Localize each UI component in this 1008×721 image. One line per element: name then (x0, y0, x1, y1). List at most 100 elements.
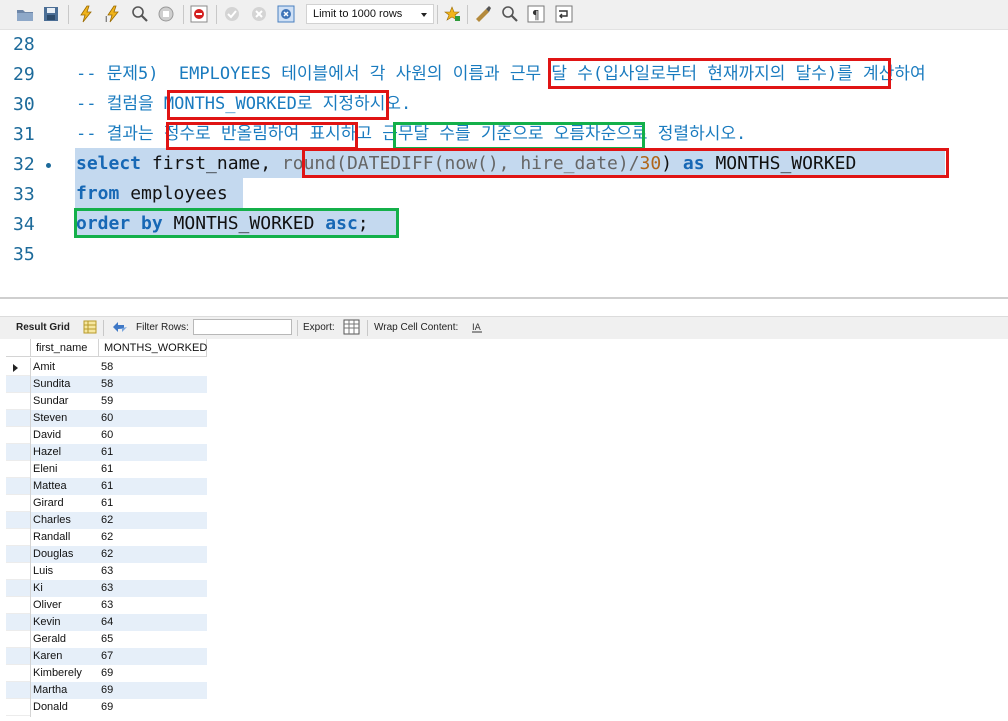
editor-line-28: 28 (0, 30, 1008, 60)
cell-first-name[interactable]: David (31, 427, 99, 444)
cell-first-name[interactable]: Donald (31, 699, 99, 716)
table-row[interactable]: Hazel 61 (6, 444, 207, 461)
sql-editor[interactable]: 28 29 -- 문제5) EMPLOYEES 테이블에서 각 사원의 이름과 … (0, 30, 1008, 292)
result-grid-tab[interactable]: Result Grid (16, 322, 70, 333)
cell-months-worked[interactable]: 69 (99, 665, 207, 682)
table-row[interactable]: Martha 69 (6, 682, 207, 699)
autocommit-icon[interactable] (277, 5, 295, 23)
cell-months-worked[interactable]: 61 (99, 478, 207, 495)
column-header-months-worked[interactable]: MONTHS_WORKED (99, 339, 207, 357)
cell-first-name[interactable]: Oliver (31, 597, 99, 614)
table-row[interactable]: David 60 (6, 427, 207, 444)
cell-months-worked[interactable]: 58 (99, 359, 207, 376)
open-folder-icon[interactable] (16, 5, 34, 23)
cell-first-name[interactable]: Eleni (31, 461, 99, 478)
table-row[interactable]: Oliver 63 (6, 597, 207, 614)
cell-first-name[interactable]: Mattea (31, 478, 99, 495)
table-row[interactable]: Luis 63 (6, 563, 207, 580)
cell-months-worked[interactable]: 59 (99, 393, 207, 410)
cell-first-name[interactable]: Charles (31, 512, 99, 529)
cell-first-name[interactable]: Girard (31, 495, 99, 512)
table-row[interactable]: Girard 61 (6, 495, 207, 512)
invisible-chars-icon[interactable]: ¶ (527, 5, 545, 23)
toggle-error-icon[interactable] (190, 5, 208, 23)
commit-icon[interactable] (223, 5, 241, 23)
limit-rows-label: Limit to 1000 rows (313, 8, 403, 20)
table-row[interactable]: Sundita 58 (6, 376, 207, 393)
refresh-icon[interactable] (111, 320, 129, 337)
table-row[interactable]: Randall 62 (6, 529, 207, 546)
cell-first-name[interactable]: Sundita (31, 376, 99, 393)
table-row[interactable]: Gerald 65 (6, 631, 207, 648)
cell-months-worked[interactable]: 62 (99, 546, 207, 563)
table-row[interactable]: Eleni 61 (6, 461, 207, 478)
cell-first-name[interactable]: Gerald (31, 631, 99, 648)
table-row[interactable]: Kevin 64 (6, 614, 207, 631)
sql-function: round(DATEDIFF(now(), hire_date)/ (281, 153, 640, 174)
beautify-icon[interactable] (474, 5, 492, 23)
wrap-cell-icon[interactable]: IA (471, 320, 483, 336)
stop-icon[interactable] (157, 5, 175, 23)
cell-months-worked[interactable]: 63 (99, 580, 207, 597)
save-icon[interactable] (42, 5, 60, 23)
cell-months-worked[interactable]: 60 (99, 427, 207, 444)
cell-first-name[interactable]: Kevin (31, 614, 99, 631)
cell-months-worked[interactable]: 61 (99, 495, 207, 512)
table-row[interactable]: Ki 63 (6, 580, 207, 597)
table-row[interactable]: Kimberely 69 (6, 665, 207, 682)
sql-comment: -- 컬럼을 MONTHS_WORKED로 지정하시오. (76, 94, 412, 114)
add-snippet-icon[interactable] (443, 5, 461, 23)
table-row[interactable]: Charles 62 (6, 512, 207, 529)
cell-months-worked[interactable]: 69 (99, 699, 207, 716)
table-row[interactable]: Amit 58 (6, 359, 207, 376)
execute-icon[interactable] (77, 5, 95, 23)
cell-first-name[interactable]: Hazel (31, 444, 99, 461)
find-icon[interactable] (501, 5, 519, 23)
cell-months-worked[interactable]: 58 (99, 376, 207, 393)
sql-text: first_name, (141, 153, 282, 174)
column-header-first-name[interactable]: first_name (31, 339, 99, 357)
cell-first-name[interactable]: Douglas (31, 546, 99, 563)
cell-months-worked[interactable]: 61 (99, 444, 207, 461)
panel-splitter[interactable] (0, 292, 1008, 316)
cell-first-name[interactable]: Kimberely (31, 665, 99, 682)
cell-months-worked[interactable]: 63 (99, 597, 207, 614)
cell-first-name[interactable]: Amit (31, 359, 99, 376)
result-grid[interactable]: first_name MONTHS_WORKED Amit 58 Sundita 58… (6, 339, 1008, 721)
export-icon[interactable] (343, 319, 360, 338)
rollback-icon[interactable] (250, 5, 268, 23)
table-row[interactable]: Mattea 61 (6, 478, 207, 495)
cell-first-name[interactable]: Martha (31, 682, 99, 699)
cell-months-worked[interactable]: 61 (99, 461, 207, 478)
table-row[interactable]: Sundar 59 (6, 393, 207, 410)
cell-first-name[interactable]: Randall (31, 529, 99, 546)
table-row[interactable]: Steven 60 (6, 410, 207, 427)
cell-months-worked[interactable]: 62 (99, 529, 207, 546)
sql-order-clause: order by MONTHS_WORKED asc; (76, 213, 369, 235)
table-row[interactable]: Donald 69 (6, 699, 207, 716)
cell-months-worked[interactable]: 60 (99, 410, 207, 427)
explain-icon[interactable] (131, 5, 149, 23)
cell-months-worked[interactable]: 69 (99, 682, 207, 699)
limit-rows-select[interactable]: Limit to 1000 rows (306, 4, 434, 24)
execute-current-icon[interactable]: I (104, 5, 122, 23)
line-number: 35 (13, 244, 35, 265)
table-row[interactable]: Karen 67 (6, 648, 207, 665)
cell-months-worked[interactable]: 67 (99, 648, 207, 665)
cell-months-worked[interactable]: 64 (99, 614, 207, 631)
cell-months-worked[interactable]: 63 (99, 563, 207, 580)
filter-rows-label: Filter Rows: (136, 322, 189, 333)
wrap-icon[interactable] (555, 5, 573, 23)
cell-first-name[interactable]: Karen (31, 648, 99, 665)
cell-first-name[interactable]: Ki (31, 580, 99, 597)
filter-rows-input[interactable] (193, 319, 292, 335)
grid-icon[interactable] (83, 320, 97, 337)
cell-first-name[interactable]: Sundar (31, 393, 99, 410)
cell-first-name[interactable]: Luis (31, 563, 99, 580)
cell-months-worked[interactable]: 65 (99, 631, 207, 648)
editor-line-31: 31 -- 결과는 정수로 반올림하여 표시하고 근무달 수를 기준으로 오름차… (0, 120, 1008, 150)
cell-first-name[interactable]: Steven (31, 410, 99, 427)
cell-months-worked[interactable]: 62 (99, 512, 207, 529)
editor-line-33: 33 from employees (0, 180, 1008, 210)
table-row[interactable]: Douglas 62 (6, 546, 207, 563)
